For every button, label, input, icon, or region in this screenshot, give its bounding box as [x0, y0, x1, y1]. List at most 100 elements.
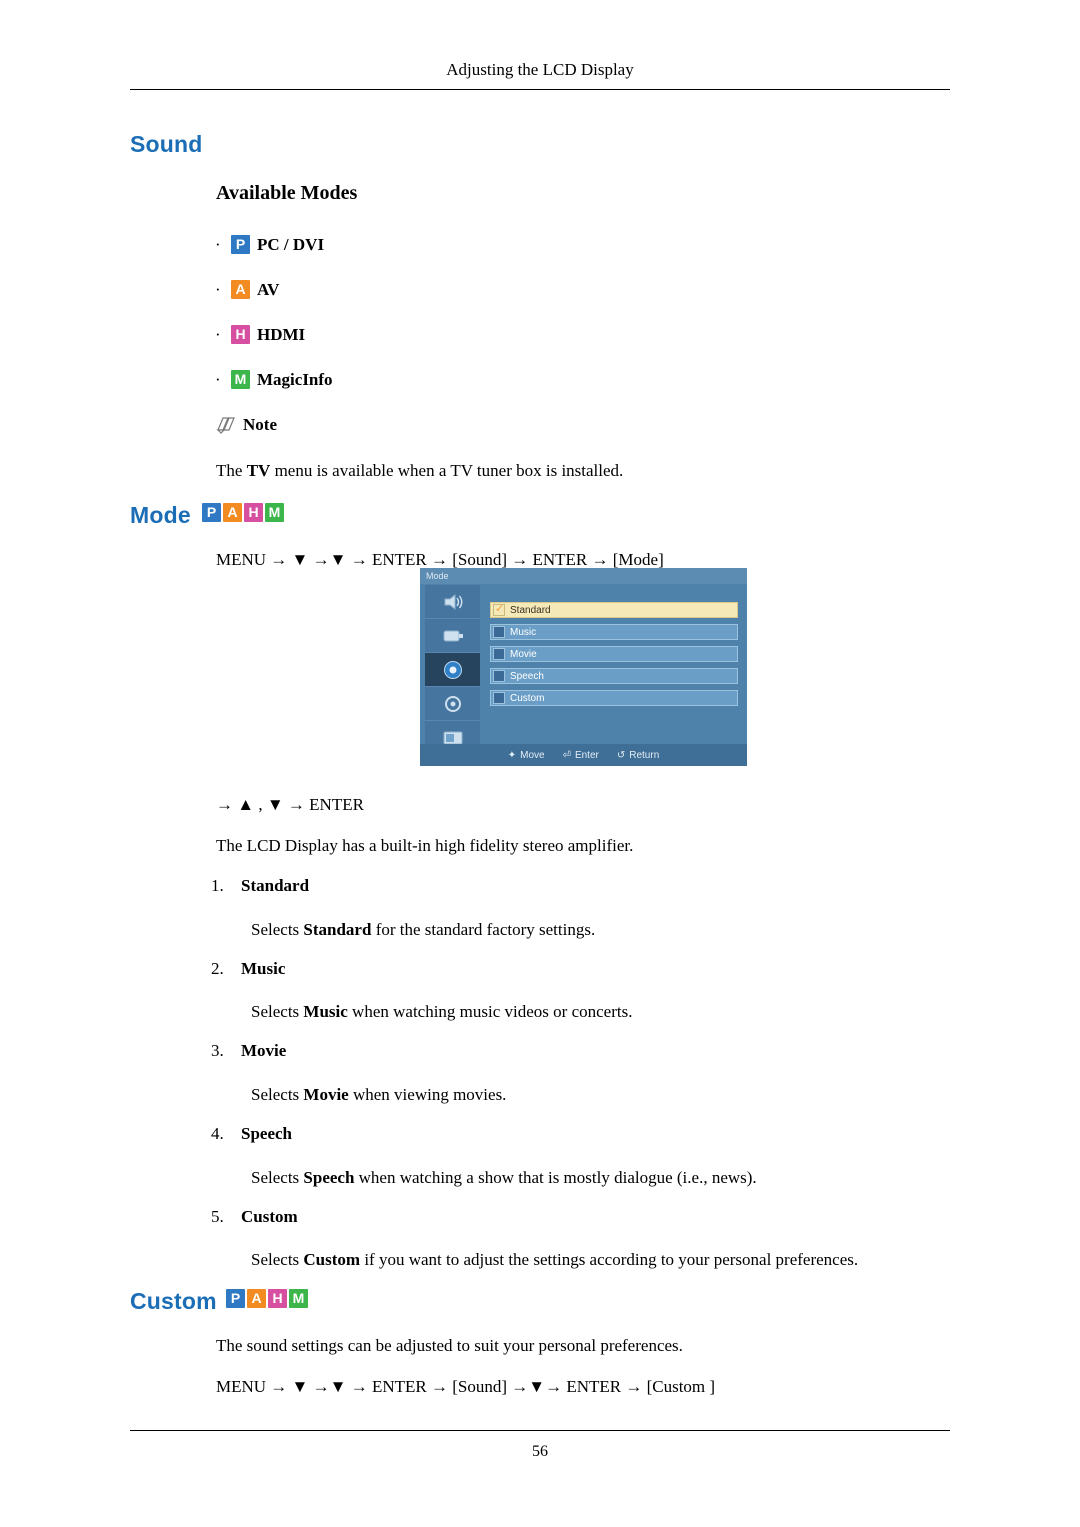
osd-footer-label: Move [520, 749, 545, 761]
mode-item-3-desc: Selects Movie when viewing movies. [251, 1083, 951, 1107]
checkbox-icon[interactable] [493, 692, 505, 704]
osd-option-label: Music [510, 626, 537, 638]
osd-selection-strip [425, 653, 432, 686]
available-modes-list: · P PC / DVI · A AV · H HDMI · M MagicIn… [215, 222, 333, 402]
mode-item-1: 1. Standard [211, 876, 309, 896]
osd-screenshot: Mode ✓ Standard Music Movie Speech Custo… [420, 568, 747, 766]
footer-divider [130, 1430, 950, 1431]
desc-suffix: for the standard factory settings. [371, 920, 596, 939]
mode-item-3: 3. Movie [211, 1041, 286, 1061]
badge-av-icon: A [231, 280, 250, 299]
checkbox-icon[interactable] [493, 626, 505, 638]
badge-p-icon: P [226, 1289, 245, 1308]
custom-description: The sound settings can be adjusted to su… [216, 1336, 683, 1355]
osd-footer-return: ↺ Return [617, 750, 659, 761]
section-title-mode: Mode [130, 502, 191, 528]
osd-icon-setup[interactable] [425, 687, 480, 721]
bullet-dot: · [215, 234, 221, 254]
subtitle-available-modes: Available Modes [216, 182, 358, 204]
note-text-suffix: menu is available when a TV tuner box is… [270, 461, 624, 480]
list-item: · H HDMI [215, 312, 333, 357]
osd-icon-sound-selected[interactable] [425, 653, 480, 687]
mode-item-5-desc: Selects Custom if you want to adjust the… [251, 1248, 951, 1272]
bullet-dot: · [215, 279, 221, 299]
desc-bold: Standard [303, 920, 372, 939]
osd-option-speech[interactable]: Speech [490, 668, 738, 684]
header-divider [130, 89, 950, 90]
mode-item-4: 4. Speech [211, 1124, 292, 1144]
note-text: The TV menu is available when a TV tuner… [216, 459, 936, 483]
item-number: 5. [211, 1207, 224, 1226]
note-block: Note [216, 415, 277, 435]
list-item: · M MagicInfo [215, 357, 333, 402]
badge-a-icon: A [223, 503, 242, 522]
item-number: 3. [211, 1041, 224, 1060]
badge-pc-dvi-icon: P [231, 235, 250, 254]
running-header: Adjusting the LCD Display [446, 60, 634, 79]
check-tick-icon: ✓ [495, 602, 505, 615]
badge-m-icon: M [265, 503, 284, 522]
osd-option-music[interactable]: Music [490, 624, 738, 640]
note-text-prefix: The [216, 461, 247, 480]
mode-label-hdmi: HDMI [257, 324, 306, 344]
item-title: Speech [241, 1124, 292, 1143]
osd-icon-column [425, 585, 480, 755]
badge-a-icon: A [247, 1289, 266, 1308]
badge-m-icon: M [289, 1289, 308, 1308]
osd-option-label: Custom [510, 692, 545, 704]
custom-badges: PAHM [226, 1289, 310, 1310]
page-title-sound: Sound [130, 131, 203, 157]
osd-title: Mode [426, 571, 449, 581]
mode-label-av: AV [257, 279, 280, 299]
osd-footer-label: Return [629, 749, 660, 761]
mode-item-1-desc: Selects Standard for the standard factor… [251, 918, 951, 942]
desc-suffix: when viewing movies. [348, 1085, 507, 1104]
item-number: 4. [211, 1124, 224, 1143]
mode-label-pc-dvi: PC / DVI [257, 234, 325, 254]
osd-footer-label: Enter [574, 749, 599, 761]
item-number: 2. [211, 959, 224, 978]
desc-suffix: when watching music videos or concerts. [347, 1002, 633, 1021]
checkbox-icon[interactable] [493, 648, 505, 660]
desc-prefix: Selects [251, 1168, 304, 1187]
desc-prefix: Selects [251, 920, 304, 939]
desc-bold: Movie [303, 1085, 349, 1104]
osd-icon-picture[interactable] [425, 585, 480, 619]
mode-item-5: 5. Custom [211, 1207, 298, 1227]
mode-item-2-desc: Selects Music when watching music videos… [251, 1000, 951, 1024]
osd-option-movie[interactable]: Movie [490, 646, 738, 662]
desc-prefix: Selects [251, 1002, 304, 1021]
note-label: Note [243, 415, 277, 434]
desc-bold: Speech [303, 1168, 355, 1187]
desc-suffix: when watching a show that is mostly dial… [354, 1168, 757, 1187]
bullet-dot: · [215, 369, 221, 389]
bullet-dot: · [215, 324, 221, 344]
desc-prefix: Selects [251, 1250, 304, 1269]
osd-option-label: Movie [510, 648, 537, 660]
checkbox-icon[interactable] [493, 670, 505, 682]
osd-footer-bar: ✦ Move ⏎ Enter ↺ Return [420, 744, 747, 766]
desc-prefix: Selects [251, 1085, 304, 1104]
badge-magicinfo-icon: M [231, 370, 250, 389]
badge-h-icon: H [268, 1289, 287, 1308]
page-number: 56 [532, 1443, 548, 1460]
mode-badges: PAHM [202, 503, 286, 524]
osd-option-custom[interactable]: Custom [490, 690, 738, 706]
item-title: Music [241, 959, 286, 978]
checkbox-icon[interactable]: ✓ [493, 602, 505, 616]
item-number: 1. [211, 876, 224, 895]
section-title-custom: Custom [130, 1288, 217, 1314]
enter-icon: ⏎ [562, 749, 571, 761]
osd-icon-input[interactable] [425, 619, 480, 653]
return-icon: ↺ [616, 749, 626, 761]
desc-suffix: if you want to adjust the settings accor… [360, 1250, 859, 1269]
mode-item-4-desc: Selects Speech when watching a show that… [251, 1166, 951, 1190]
mode-item-2: 2. Music [211, 959, 285, 979]
custom-menu-path: MENU → ▼ →▼ → ENTER → [Sound] →▼→ ENTER … [216, 1377, 716, 1396]
osd-option-standard[interactable]: ✓ Standard [490, 602, 738, 618]
badge-h-icon: H [244, 503, 263, 522]
list-item: · A AV [215, 267, 333, 312]
osd-footer-move: ✦ Move [508, 750, 545, 761]
osd-option-label: Standard [510, 604, 551, 616]
desc-bold: Custom [303, 1250, 361, 1269]
